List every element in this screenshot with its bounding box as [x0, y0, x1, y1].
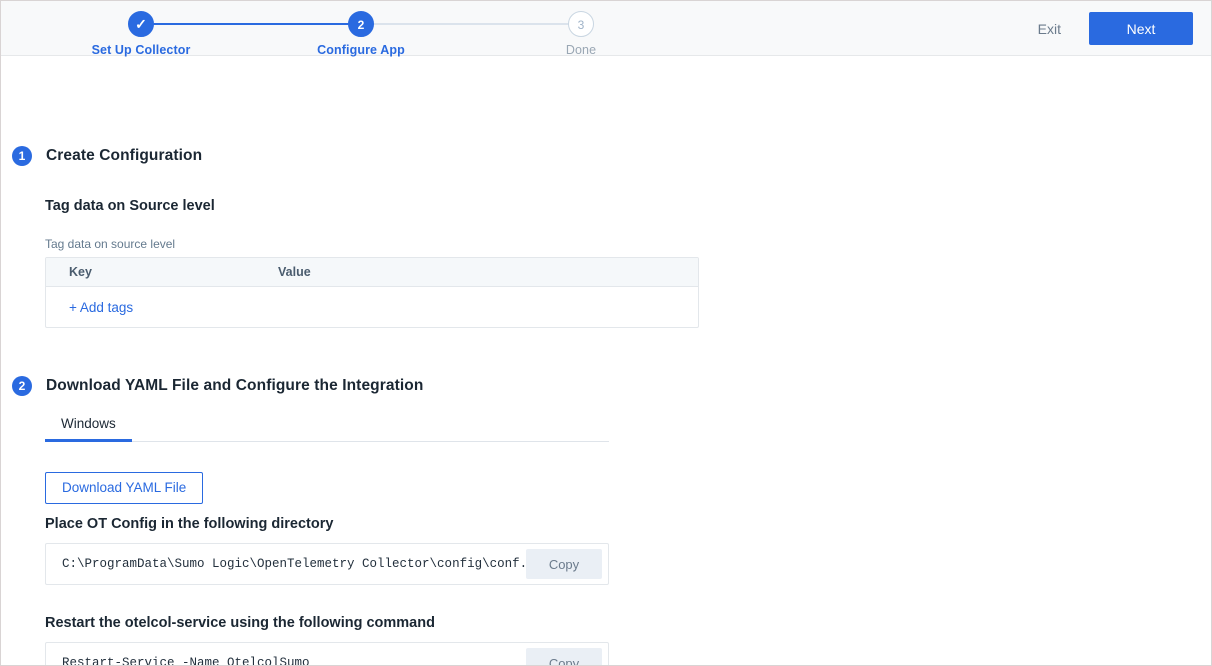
step-1-indicator: ✓ — [128, 11, 154, 37]
next-button[interactable]: Next — [1089, 12, 1193, 45]
restart-command-box: Restart-Service -Name OtelcolSumo Copy — [45, 642, 609, 666]
tag-data-helper-text: Tag data on source level — [45, 237, 175, 251]
section-2-header: 2 Download YAML File and Configure the I… — [12, 376, 423, 396]
tags-table-body: + Add tags — [46, 287, 698, 327]
restart-command-text: Restart-Service -Name OtelcolSumo — [46, 656, 310, 666]
wizard-page: ✓ Set Up Collector 2 Configure App 3 Don… — [0, 0, 1212, 666]
wizard-step-1[interactable]: ✓ Set Up Collector — [81, 11, 201, 57]
tags-column-value: Value — [278, 265, 311, 279]
exit-button[interactable]: Exit — [1032, 17, 1067, 41]
tab-windows-label: Windows — [61, 416, 116, 431]
wizard-stepper: ✓ Set Up Collector 2 Configure App 3 Don… — [101, 1, 661, 56]
stepper-connector-1-2 — [141, 23, 361, 25]
add-tags-button[interactable]: + Add tags — [46, 300, 133, 315]
directory-path-box: C:\ProgramData\Sumo Logic\OpenTelemetry … — [45, 543, 609, 585]
step-3-indicator: 3 — [568, 11, 594, 37]
copy-command-button[interactable]: Copy — [526, 648, 602, 666]
restart-heading: Restart the otelcol-service using the fo… — [45, 615, 435, 631]
directory-path-text: C:\ProgramData\Sumo Logic\OpenTelemetry … — [46, 557, 526, 571]
step-3-label: Done — [521, 43, 641, 57]
step-1-label: Set Up Collector — [81, 43, 201, 57]
wizard-step-2[interactable]: 2 Configure App — [301, 11, 421, 57]
wizard-header: ✓ Set Up Collector 2 Configure App 3 Don… — [1, 1, 1211, 56]
download-yaml-button[interactable]: Download YAML File — [45, 472, 203, 504]
directory-heading: Place OT Config in the following directo… — [45, 516, 333, 532]
step-2-label: Configure App — [301, 43, 421, 57]
stepper-connector-2-3 — [361, 23, 581, 25]
copy-directory-button[interactable]: Copy — [526, 549, 602, 579]
section-1-badge: 1 — [12, 146, 32, 166]
check-icon: ✓ — [129, 12, 153, 36]
tags-column-key: Key — [46, 265, 278, 279]
tag-data-subtitle: Tag data on Source level — [45, 198, 215, 214]
step-2-indicator: 2 — [348, 11, 374, 37]
tags-table-header-row: Key Value — [46, 258, 698, 287]
section-1-header: 1 Create Configuration — [12, 146, 202, 166]
tags-table: Key Value + Add tags — [45, 257, 699, 328]
section-2-title: Download YAML File and Configure the Int… — [46, 377, 423, 395]
header-actions: Exit Next — [1032, 12, 1193, 45]
platform-tabs: Windows — [45, 416, 609, 442]
section-2-badge: 2 — [12, 376, 32, 396]
wizard-step-3[interactable]: 3 Done — [521, 11, 641, 57]
tab-windows[interactable]: Windows — [45, 416, 132, 441]
section-1-title: Create Configuration — [46, 147, 202, 165]
